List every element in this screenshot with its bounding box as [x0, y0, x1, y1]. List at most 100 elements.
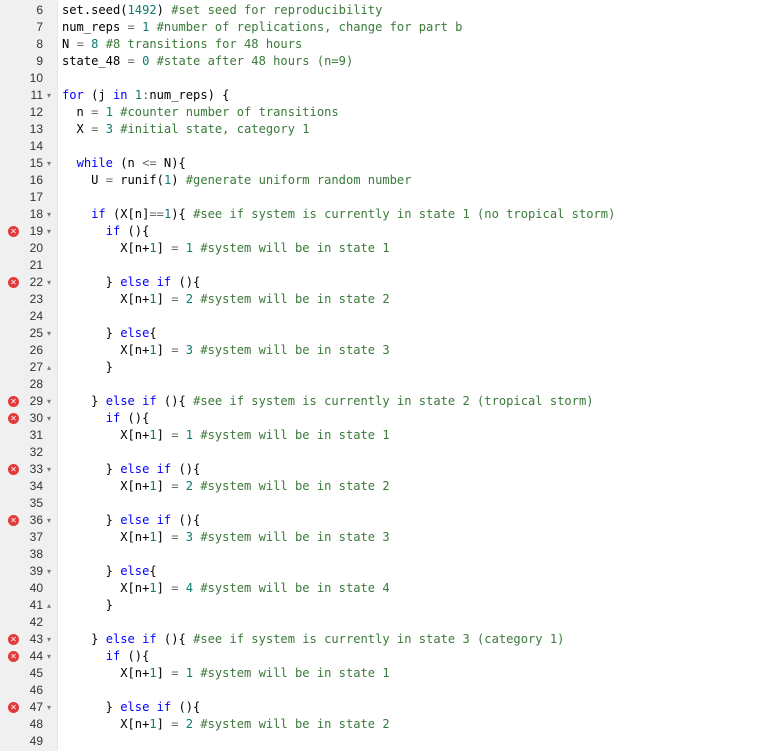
code-line[interactable] [58, 495, 768, 512]
code-line[interactable]: N = 8 #8 transitions for 48 hours [58, 36, 768, 53]
code-line[interactable]: num_reps = 1 #number of replications, ch… [58, 19, 768, 36]
code-line[interactable] [58, 546, 768, 563]
error-x-icon[interactable]: ✕ [8, 277, 19, 288]
code-line[interactable] [58, 308, 768, 325]
code-line[interactable] [58, 189, 768, 206]
code-line[interactable]: if (){ [58, 648, 768, 665]
gutter-line: 20 [0, 240, 57, 257]
code-area[interactable]: set.seed(1492) #set seed for reproducibi… [58, 0, 768, 751]
code-line[interactable] [58, 138, 768, 155]
code-token: #initial state, category 1 [120, 122, 310, 136]
code-line[interactable] [58, 70, 768, 87]
line-number: 23 [29, 292, 43, 306]
code-line[interactable]: X[n+1] = 2 #system will be in state 2 [58, 478, 768, 495]
fold-open-icon[interactable]: ▾ [45, 512, 53, 529]
error-x-icon[interactable]: ✕ [8, 515, 19, 526]
code-token: (){ [120, 224, 150, 238]
code-line[interactable]: X[n+1] = 3 #system will be in state 3 [58, 529, 768, 546]
fold-open-icon[interactable]: ▾ [45, 155, 53, 172]
fold-open-icon[interactable]: ▾ [45, 325, 53, 342]
line-number: 28 [29, 377, 43, 391]
code-line[interactable]: } [58, 597, 768, 614]
code-line[interactable] [58, 376, 768, 393]
line-number: 30 [29, 411, 43, 425]
fold-close-icon[interactable]: ▴ [45, 597, 53, 614]
code-line[interactable]: X[n+1] = 2 #system will be in state 2 [58, 716, 768, 733]
code-line[interactable]: } else{ [58, 563, 768, 580]
code-line[interactable]: } else if (){ #see if system is currentl… [58, 393, 768, 410]
fold-open-icon[interactable]: ▾ [45, 631, 53, 648]
error-x-icon[interactable]: ✕ [8, 396, 19, 407]
code-line[interactable]: } else if (){ [58, 699, 768, 716]
code-line[interactable]: X = 3 #initial state, category 1 [58, 121, 768, 138]
code-line[interactable]: X[n+1] = 1 #system will be in state 1 [58, 240, 768, 257]
line-number: 37 [29, 530, 43, 544]
code-token: 4 [185, 581, 194, 595]
code-line[interactable]: } else if (){ [58, 512, 768, 529]
fold-open-icon[interactable]: ▾ [45, 461, 53, 478]
error-x-icon[interactable]: ✕ [8, 226, 19, 237]
code-line[interactable]: } else if (){ #see if system is currentl… [58, 631, 768, 648]
line-number: 32 [29, 445, 43, 459]
fold-open-icon[interactable]: ▾ [45, 648, 53, 665]
gutter-line: 14 [0, 138, 57, 155]
gutter-line: 26 [0, 342, 57, 359]
code-line[interactable]: X[n+1] = 2 #system will be in state 2 [58, 291, 768, 308]
line-number: 36 [29, 513, 43, 527]
code-token: else if [120, 513, 172, 527]
line-number: 44 [29, 649, 43, 663]
code-line[interactable] [58, 733, 768, 750]
gutter-line: 7 [0, 19, 57, 36]
code-line[interactable] [58, 257, 768, 274]
line-number: 27 [29, 360, 43, 374]
fold-open-icon[interactable]: ▾ [45, 393, 53, 410]
code-line[interactable]: U = runif(1) #generate uniform random nu… [58, 172, 768, 189]
code-line[interactable]: X[n+1] = 1 #system will be in state 1 [58, 427, 768, 444]
fold-open-icon[interactable]: ▾ [45, 410, 53, 427]
code-line[interactable]: state_48 = 0 #state after 48 hours (n=9) [58, 53, 768, 70]
fold-open-icon[interactable]: ▾ [45, 206, 53, 223]
gutter-line: 23 [0, 291, 57, 308]
code-line[interactable]: while (n <= N){ [58, 155, 768, 172]
code-line[interactable]: if (){ [58, 410, 768, 427]
code-token: #see if system is currently in state 3 (… [193, 632, 565, 646]
code-line[interactable] [58, 614, 768, 631]
gutter-line: 31 [0, 427, 57, 444]
code-token: if [105, 411, 121, 425]
error-x-icon[interactable]: ✕ [8, 651, 19, 662]
fold-open-icon[interactable]: ▾ [45, 223, 53, 240]
gutter-line: 35 [0, 495, 57, 512]
code-line[interactable] [58, 682, 768, 699]
code-line[interactable]: } [58, 359, 768, 376]
line-number: 48 [29, 717, 43, 731]
code-editor[interactable]: 6 7 8 9 10 11 ▾ 12 13 14 15 ▾ 16 17 18 ▾ ✕ 19 ▾ 20 21 ✕ 22 ▾ 23 2… [0, 0, 768, 751]
code-token: (){ [171, 462, 201, 476]
code-line[interactable]: set.seed(1492) #set seed for reproducibi… [58, 2, 768, 19]
code-line[interactable]: X[n+1] = 3 #system will be in state 3 [58, 342, 768, 359]
code-line[interactable]: } else{ [58, 325, 768, 342]
code-token: { [149, 326, 157, 340]
error-x-icon[interactable]: ✕ [8, 464, 19, 475]
code-token: 3 [105, 122, 113, 136]
code-line[interactable]: for (j in 1:num_reps) { [58, 87, 768, 104]
error-x-icon[interactable]: ✕ [8, 413, 19, 424]
code-line[interactable]: if (X[n]==1){ #see if system is currentl… [58, 206, 768, 223]
fold-close-icon[interactable]: ▴ [45, 359, 53, 376]
gutter-line: 42 [0, 614, 57, 631]
code-line[interactable] [58, 444, 768, 461]
error-x-icon[interactable]: ✕ [8, 702, 19, 713]
code-line[interactable]: } else if (){ [58, 461, 768, 478]
code-line[interactable]: n = 1 #counter number of transitions [58, 104, 768, 121]
gutter-line: ✕ 44 ▾ [0, 648, 57, 665]
fold-open-icon[interactable]: ▾ [45, 87, 53, 104]
error-x-icon[interactable]: ✕ [8, 634, 19, 645]
fold-open-icon[interactable]: ▾ [45, 274, 53, 291]
code-token: 2 [185, 292, 194, 306]
fold-open-icon[interactable]: ▾ [45, 563, 53, 580]
code-token: ] [156, 343, 172, 357]
code-line[interactable]: } else if (){ [58, 274, 768, 291]
code-line[interactable]: X[n+1] = 1 #system will be in state 1 [58, 665, 768, 682]
code-line[interactable]: X[n+1] = 4 #system will be in state 4 [58, 580, 768, 597]
fold-open-icon[interactable]: ▾ [45, 699, 53, 716]
code-line[interactable]: if (){ [58, 223, 768, 240]
